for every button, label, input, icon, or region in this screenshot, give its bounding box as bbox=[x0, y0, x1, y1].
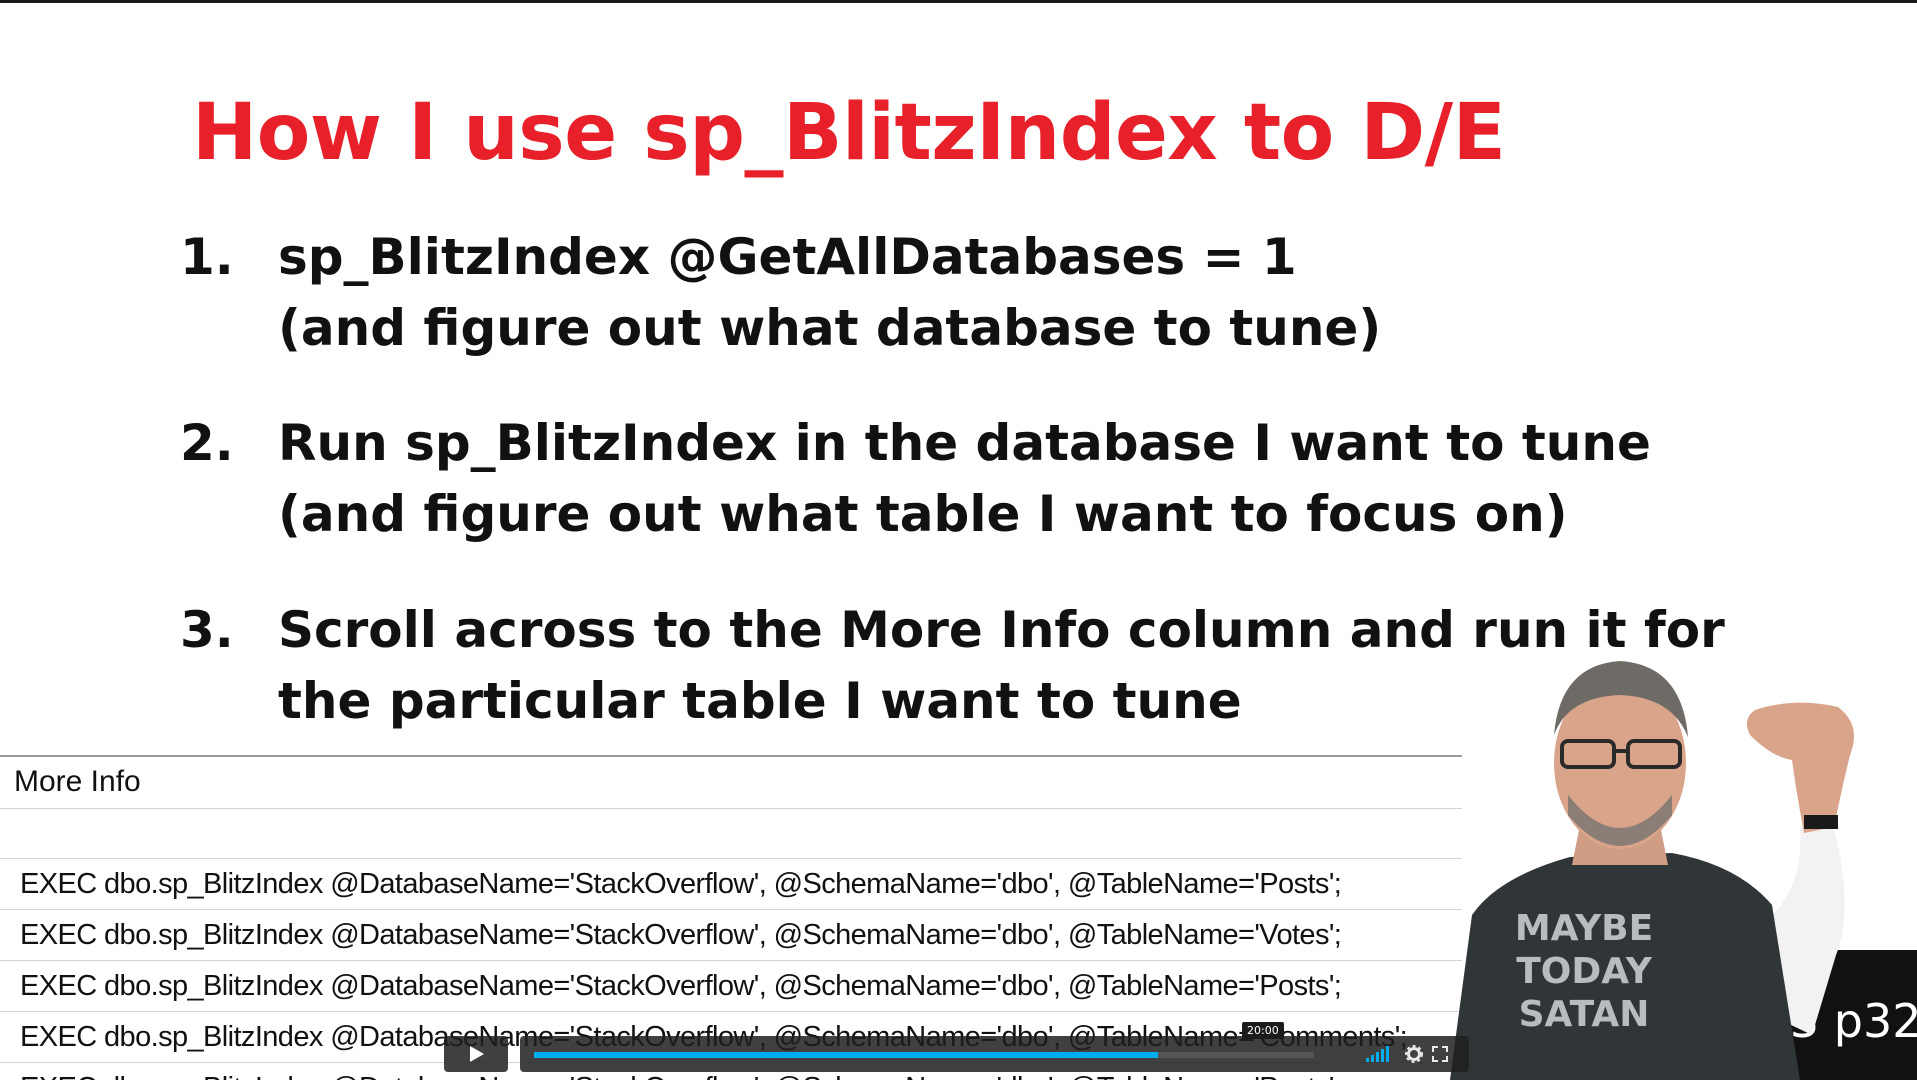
item-number: 1. bbox=[180, 228, 234, 286]
presenter-hand bbox=[1746, 702, 1854, 833]
play-button[interactable] bbox=[444, 1036, 508, 1072]
slide-title: How I use sp_BlitzIndex to D/E bbox=[192, 88, 1506, 178]
play-icon bbox=[470, 1046, 484, 1062]
item-number: 3. bbox=[180, 601, 234, 659]
volume-icon[interactable] bbox=[1366, 1046, 1394, 1062]
top-border bbox=[0, 0, 1917, 3]
item-line: sp_BlitzIndex @GetAllDatabases = 1 bbox=[278, 228, 1297, 286]
time-tooltip: 20:00 bbox=[1242, 1022, 1284, 1039]
item-line: (and figure out what database to tune) bbox=[278, 299, 1382, 357]
fullscreen-icon[interactable] bbox=[1432, 1046, 1448, 1062]
progress-fill bbox=[534, 1052, 1158, 1058]
shirt-text-line: SATAN bbox=[1519, 994, 1650, 1035]
item-number: 2. bbox=[180, 414, 234, 472]
item-line: the particular table I want to tune bbox=[278, 672, 1242, 730]
watch-icon bbox=[1804, 815, 1838, 829]
video-player-controls: 20:00 bbox=[444, 1022, 1469, 1072]
shirt-text-line: MAYBE bbox=[1515, 908, 1653, 949]
table-row[interactable]: EXEC dbo.sp_BlitzIndex @DatabaseName='St… bbox=[0, 910, 1462, 961]
progress-track[interactable] bbox=[534, 1052, 1314, 1058]
table-row[interactable]: EXEC dbo.sp_BlitzIndex @DatabaseName='St… bbox=[0, 859, 1462, 910]
column-header-more-info[interactable]: More Info bbox=[0, 757, 1462, 809]
item-line: Run sp_BlitzIndex in the database I want… bbox=[278, 414, 1651, 472]
presenter-webcam: MAYBE TODAY SATAN bbox=[1450, 661, 1854, 1080]
item-line: (and figure out what table I want to foc… bbox=[278, 485, 1568, 543]
table-row[interactable]: EXEC dbo.sp_BlitzIndex @DatabaseName='St… bbox=[0, 961, 1462, 1012]
gear-icon[interactable] bbox=[1405, 1045, 1423, 1063]
control-bar: 20:00 bbox=[520, 1022, 1469, 1072]
shirt-text-line: TODAY bbox=[1516, 951, 1652, 992]
table-row-empty[interactable] bbox=[0, 809, 1462, 859]
